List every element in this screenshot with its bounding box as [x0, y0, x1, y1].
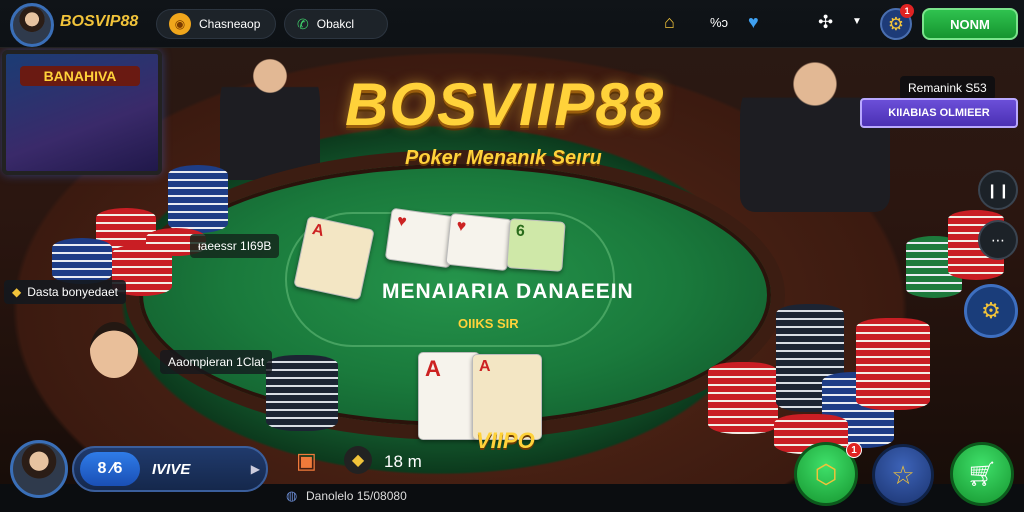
chip-stack: [856, 318, 930, 410]
pill-left-label: Chasneaop: [199, 17, 261, 31]
chip-stack: [708, 362, 778, 434]
side-button-1[interactable]: ❙❙: [978, 170, 1018, 210]
hero-logo: BOSVIIP88: [345, 71, 665, 138]
player-left-tag[interactable]: ◆ Dasta bonyedaet: [4, 280, 126, 304]
cart-icon: 🛒︎: [966, 460, 998, 488]
top-bar: [0, 0, 1024, 48]
player-avatar[interactable]: [10, 440, 68, 498]
action-button[interactable]: NONM: [922, 8, 1018, 40]
gear-icon: ⚙: [887, 13, 905, 34]
level-badge: 8 ⁄6: [80, 452, 140, 486]
diamond-icon: ◆: [12, 285, 22, 299]
chevron-down-icon[interactable]: ▼: [852, 16, 862, 27]
chat-bubble-icon: ⋯: [991, 231, 1005, 248]
pot-label-text: ᵻaeessr 1I69B: [198, 239, 272, 253]
hand-badge: VIIPO: [476, 428, 535, 453]
hole-card: A: [418, 352, 480, 440]
star-icon: ☆: [891, 459, 915, 490]
table-center-title: MENAIARIA DANAEEIN: [382, 280, 634, 303]
chevron-right-icon: ▶: [250, 462, 260, 476]
share-icon: ⬡: [814, 458, 838, 489]
right-banner-text: KIIABIAS OLMIEER: [888, 107, 990, 119]
community-card: 6: [506, 218, 566, 272]
opponent-figure: [740, 52, 890, 212]
pause-icon: ❙❙: [986, 181, 1010, 198]
community-card: ♥: [445, 212, 513, 272]
pill-right-label: Obakcl: [316, 17, 355, 31]
player-bottom-name: Ааomрieran 1Сlat: [168, 355, 265, 369]
remaining-label: Remanink S53: [900, 76, 995, 100]
favorite-button[interactable]: ☆: [872, 444, 934, 506]
chip-stack: [266, 355, 338, 431]
player-bottom-figure: [90, 322, 138, 378]
player-left-name: Dasta bonyedaet: [27, 285, 118, 299]
notif-badge-bottom: 1: [846, 442, 862, 458]
home-icon[interactable]: ⌂: [664, 12, 675, 33]
notif-badge-top: 1: [900, 4, 914, 18]
pill-right[interactable]: ✆ Obakcl: [284, 9, 388, 39]
chat-icon: ✆: [297, 15, 309, 32]
brand-name: BOSVIP88: [60, 13, 139, 30]
count-label: %ɔ: [710, 15, 729, 30]
chip-stack: [52, 238, 112, 284]
shop-button[interactable]: 🛒︎: [950, 442, 1014, 506]
status-label: Danolelo 15/08080: [306, 489, 407, 503]
tv-title: BANAHIVA: [20, 66, 140, 86]
player-bottom-tag[interactable]: Ааomрieran 1Сlat: [160, 350, 273, 374]
gem-icon[interactable]: ♥: [748, 12, 759, 33]
table-center-subtitle: OIIKS SIR: [458, 316, 519, 331]
gift-icon[interactable]: ▣: [296, 448, 317, 474]
coin-icon: ◉: [169, 13, 191, 35]
shield-icon[interactable]: ◆: [344, 446, 372, 474]
hero-tagline: Poker Menanık Seıru: [405, 147, 602, 169]
chip-stack: [168, 165, 228, 233]
mode-label: IVIVE: [152, 460, 191, 478]
globe-icon: ◍: [286, 488, 298, 503]
player-level-pill[interactable]: 8 ⁄6 IVIVE ▶: [72, 446, 268, 492]
right-banner[interactable]: KIIABIAS OLMIEER: [860, 98, 1018, 128]
side-settings-button[interactable]: ⚙: [964, 284, 1018, 338]
side-button-2[interactable]: ⋯: [978, 220, 1018, 260]
pill-left[interactable]: ◉ Chasneaop: [156, 9, 276, 39]
profile-avatar[interactable]: [10, 3, 54, 47]
remaining-text: Remanink S53: [908, 81, 987, 95]
gear-icon: ⚙: [981, 298, 1001, 323]
pot-label: ᵻaeessr 1I69B: [190, 234, 280, 258]
dealer-figure: [220, 50, 320, 180]
timer-label: 18 m: [384, 452, 422, 471]
puzzle-icon[interactable]: ✣: [818, 12, 833, 33]
